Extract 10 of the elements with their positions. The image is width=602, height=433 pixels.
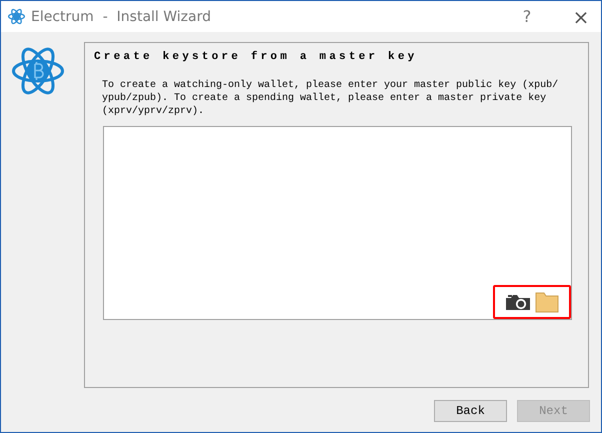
camera-icon[interactable] [505,293,531,311]
page-heading: Create keystore from a master key [94,51,418,63]
close-button[interactable]: × [571,4,591,28]
master-key-field[interactable] [103,126,572,320]
help-button[interactable]: ? [517,7,537,26]
atom-logo-icon [12,45,64,97]
window-title: Electrum - Install Wizard [31,8,212,24]
back-button[interactable]: Back [434,400,507,422]
app-logo-icon [8,8,25,25]
instructions-text: To create a watching-only wallet, please enter your master public key (xpub/ ypub/zpub). To create a spending wallet, please enter a master private key (xprv/yprv/zprv). [101,79,560,118]
